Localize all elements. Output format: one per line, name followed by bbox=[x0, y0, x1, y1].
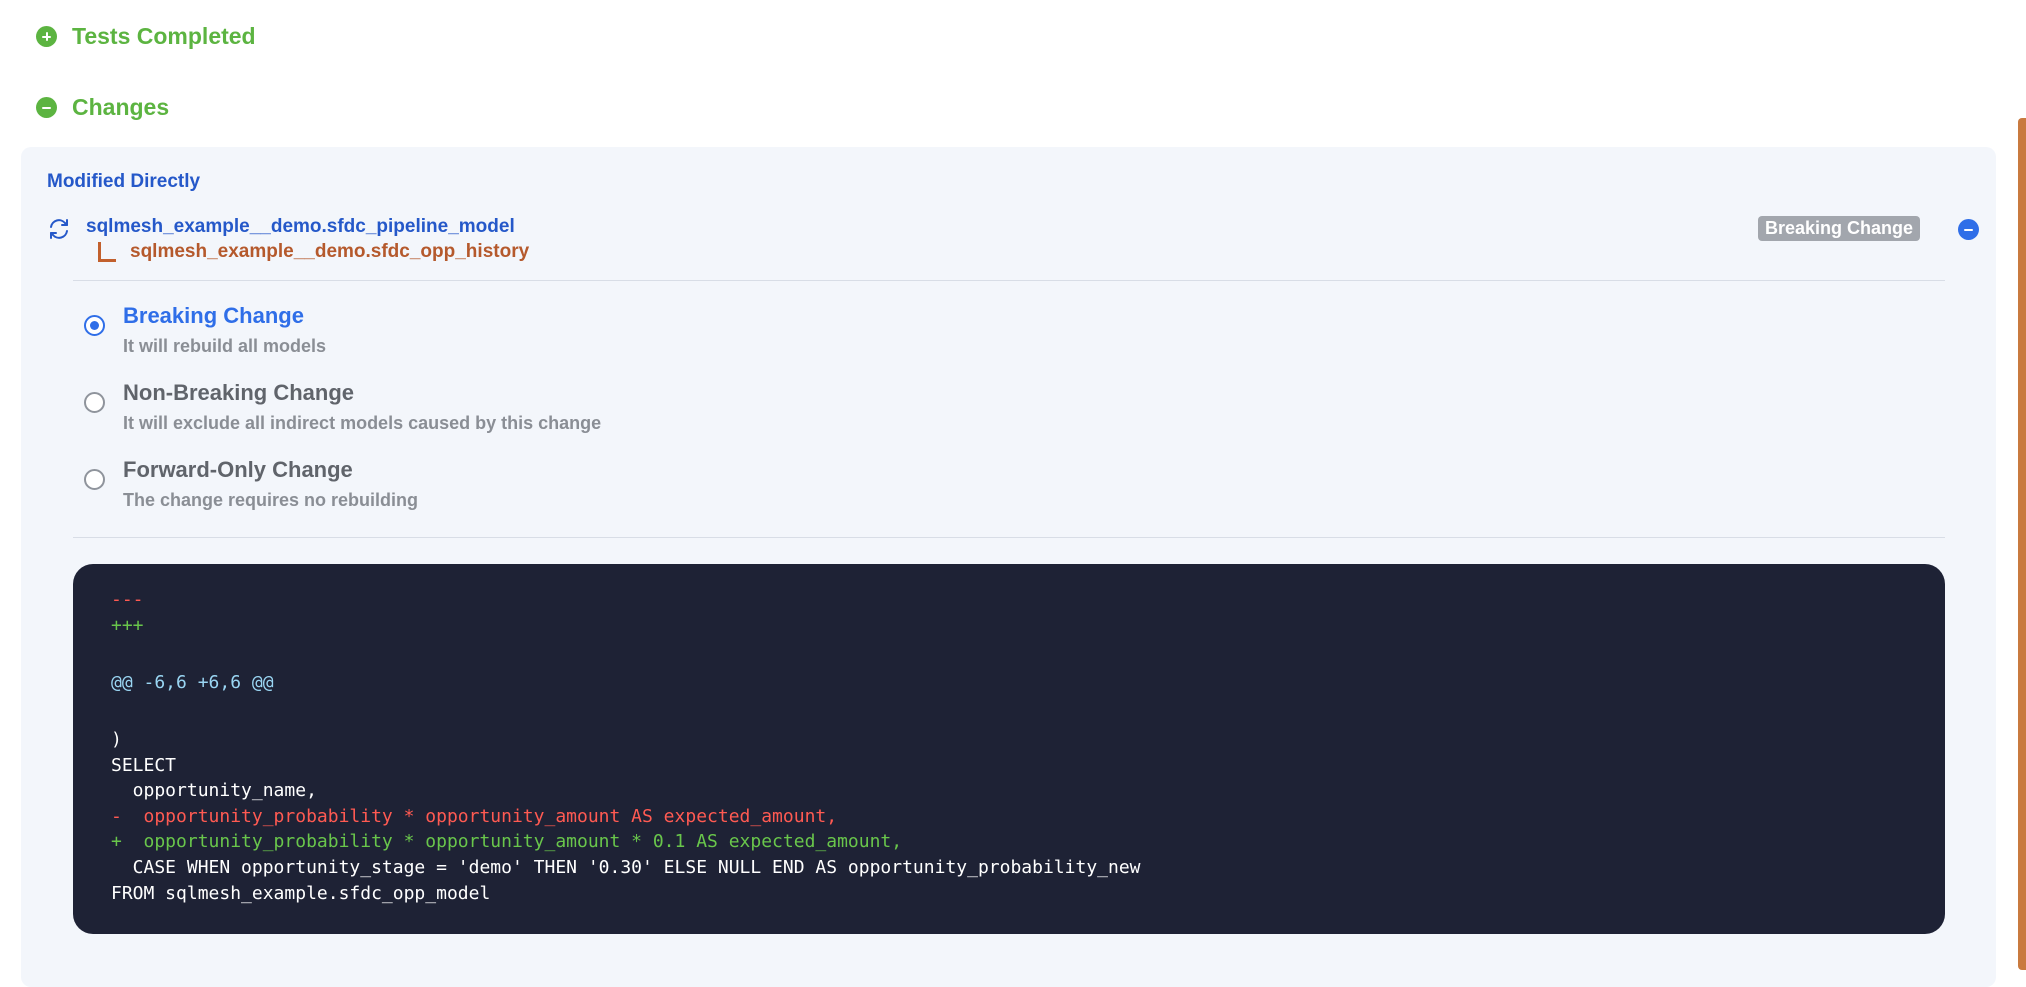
diff-header-add: +++ bbox=[111, 614, 144, 636]
diff-line: FROM sqlmesh_example.sfdc_opp_model bbox=[111, 882, 491, 904]
diff-line-added: + opportunity_probability * opportunity_… bbox=[111, 831, 903, 853]
diff-hunk-header: @@ -6,6 +6,6 @@ bbox=[111, 671, 274, 693]
radio-breaking-change[interactable] bbox=[84, 315, 105, 336]
option-description: It will exclude all indirect models caus… bbox=[123, 413, 602, 433]
option-label[interactable]: Forward-Only Change bbox=[123, 457, 353, 483]
diff-code-block: --- +++ @@ -6,6 +6,6 @@ ) SELECT opportu… bbox=[73, 564, 1945, 934]
refresh-icon bbox=[50, 219, 68, 239]
minus-circle-icon bbox=[1964, 228, 1973, 231]
collapse-model-button[interactable] bbox=[1958, 219, 1979, 240]
option-label[interactable]: Breaking Change bbox=[123, 303, 304, 329]
option-description: It will rebuild all models bbox=[123, 336, 327, 356]
plus-circle-icon[interactable] bbox=[36, 26, 57, 47]
scrollbar[interactable] bbox=[2018, 118, 2026, 970]
tree-connector bbox=[98, 242, 116, 262]
diff-header-del: --- bbox=[111, 589, 144, 610]
model-name-link[interactable]: sqlmesh_example__demo.sfdc_pipeline_mode… bbox=[86, 216, 515, 238]
modified-directly-heading: Modified Directly bbox=[47, 171, 201, 192]
change-type-badge: Breaking Change bbox=[1758, 216, 1921, 241]
radio-forward-only-change[interactable] bbox=[84, 469, 105, 490]
diff-line: ) bbox=[111, 728, 122, 750]
divider bbox=[73, 537, 1945, 538]
changes-panel: Modified Directly sqlmesh_example__demo.… bbox=[21, 147, 1996, 987]
diff-line: CASE WHEN opportunity_stage = 'demo' THE… bbox=[111, 856, 1141, 878]
radio-non-breaking-change[interactable] bbox=[84, 392, 105, 413]
tests-completed-header[interactable]: Tests Completed bbox=[36, 23, 256, 50]
diff-line-removed: - opportunity_probability * opportunity_… bbox=[111, 805, 838, 827]
diff-line: SELECT bbox=[111, 754, 177, 776]
changes-header[interactable]: Changes bbox=[36, 94, 169, 121]
tests-completed-title[interactable]: Tests Completed bbox=[72, 23, 256, 50]
changes-title[interactable]: Changes bbox=[72, 94, 169, 121]
child-model-link[interactable]: sqlmesh_example__demo.sfdc_opp_history bbox=[130, 241, 529, 263]
minus-circle-icon[interactable] bbox=[36, 97, 57, 118]
diff-line: opportunity_name, bbox=[111, 780, 317, 802]
option-description: The change requires no rebuilding bbox=[123, 490, 419, 510]
divider bbox=[73, 280, 1945, 281]
option-label[interactable]: Non-Breaking Change bbox=[123, 380, 354, 406]
